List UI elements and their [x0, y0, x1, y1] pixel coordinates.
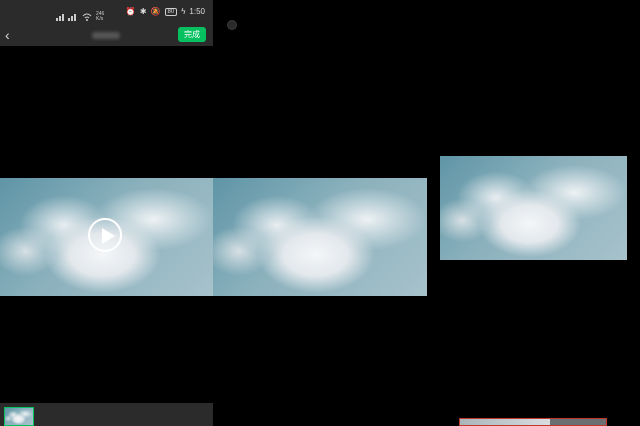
frame-strip[interactable] — [459, 418, 607, 426]
frame-strip-selected — [460, 419, 550, 425]
status-right: ⏰ ✱ 🔕 80 ϟ 1:50 — [126, 7, 205, 16]
video-frame-right — [440, 156, 627, 260]
phone-screen: 246 K/s ⏰ ✱ 🔕 80 ϟ 1:50 ‹ 完成 — [0, 0, 213, 426]
video-thumbnail[interactable] — [4, 407, 34, 426]
blurred-title — [92, 32, 120, 39]
frame-strip-rest — [550, 419, 606, 425]
bluetooth-icon: ✱ — [139, 7, 147, 16]
video-frame-middle — [213, 178, 427, 296]
battery-level: 80 — [167, 8, 175, 15]
play-icon[interactable] — [88, 218, 122, 252]
alarm-icon: ⏰ — [125, 7, 136, 16]
clock: 1:50 — [189, 7, 205, 16]
battery-icon: 80 — [164, 7, 178, 16]
circle-icon — [227, 20, 237, 30]
top-bar: ‹ 完成 — [0, 24, 213, 46]
network-speed-unit: K/s — [96, 16, 104, 22]
charging-icon: ϟ — [181, 7, 186, 16]
done-button[interactable]: 完成 — [178, 27, 206, 42]
network-speed: 246 K/s — [96, 12, 104, 22]
mute-icon: 🔕 — [150, 7, 161, 16]
back-chevron-icon[interactable]: ‹ — [5, 27, 10, 43]
status-bar: 246 K/s ⏰ ✱ 🔕 80 ϟ 1:50 — [0, 0, 213, 24]
